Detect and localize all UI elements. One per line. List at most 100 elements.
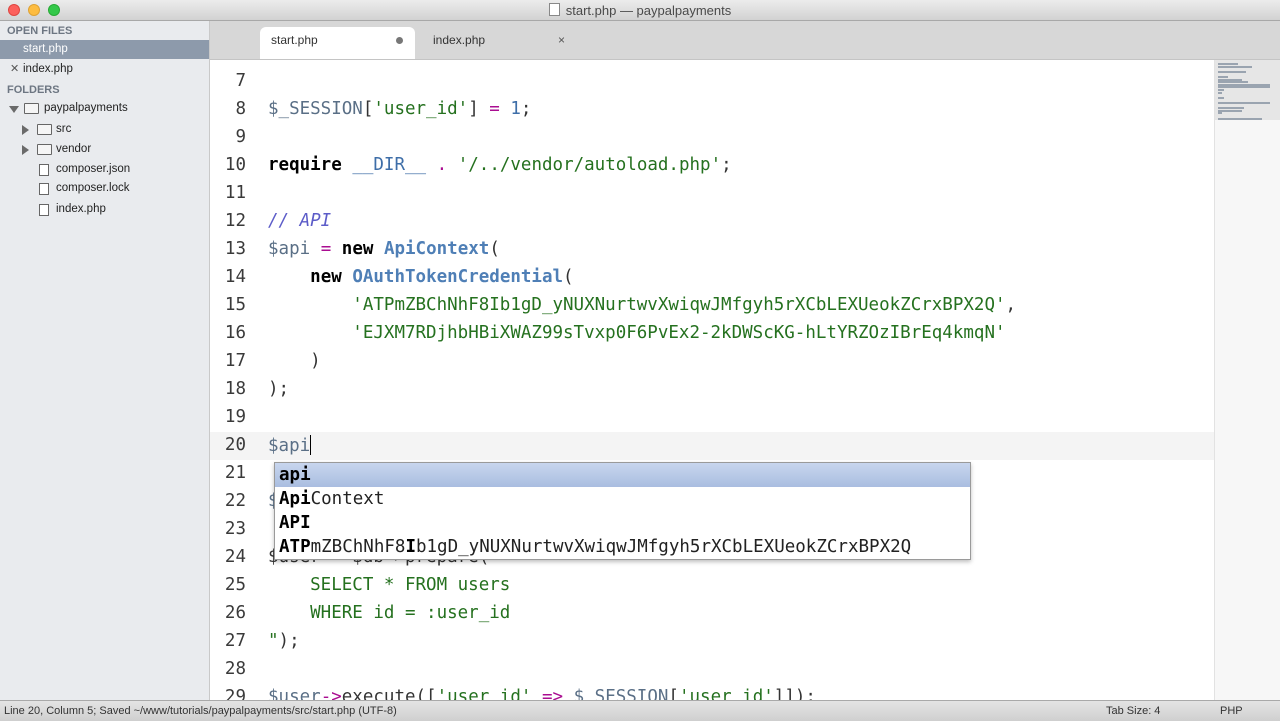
line-number: 20 [224,435,246,455]
code-line[interactable]: 'ATPmZBChNhF8Ib1gD_yNUXNurtwvXwiqwJMfgyh… [268,295,1016,315]
code-line[interactable]: new OAuthTokenCredential( [268,267,573,287]
open-file-index-php[interactable]: ✕ index.php [0,60,209,79]
tree-file-index-php[interactable]: index.php [0,200,209,219]
tree-folder-paypalpayments[interactable]: paypalpayments [0,99,209,118]
code-token: $_SESSION [268,99,363,119]
code-line[interactable]: ); [268,379,289,399]
code-token: " [268,631,279,651]
code-token: '/../vendor/autoload.php' [457,155,722,175]
title-bar: start.php — paypalpayments [0,0,1280,21]
open-file-start-php[interactable]: start.php [0,40,209,59]
disclosure-closed-icon[interactable] [22,125,29,135]
line-number: 21 [224,463,246,483]
code-line[interactable]: $_SESSION['user_id'] = 1; [268,99,531,119]
code-token: [ [668,687,679,700]
current-line-highlight [210,432,1214,460]
minimap-line [1218,117,1262,120]
code-line[interactable]: 'EJXM7RDjhbHBiXWAZ99sTvxp0F6PvEx2-2kDWSc… [268,323,1006,343]
autocomplete-item[interactable]: ApiContext [275,487,970,511]
code-line[interactable]: require __DIR__ . '/../vendor/autoload.p… [268,155,732,175]
code-token: [ [362,99,374,119]
disclosure-closed-icon[interactable] [22,145,29,155]
code-token: 'user_id' [678,687,774,700]
autocomplete-item[interactable]: ATPmZBChNhF8Ib1gD_yNUXNurtwvXwiqwJMfgyh5… [275,535,970,559]
line-number: 10 [224,155,246,175]
folder-icon [37,124,52,135]
code-editor[interactable]: 7 8 $_SESSION['user_id'] = 1; 9 10 require __… [210,60,1214,700]
code-token: $user [268,687,321,700]
window-title: start.php — paypalpayments [0,3,1280,18]
line-number: 11 [224,183,246,203]
syntax-selector[interactable]: PHP [1220,705,1243,717]
autocomplete-match: API [279,513,311,533]
minimap-line [1218,112,1222,115]
code-line[interactable]: $api = new ApiContext( [268,239,500,259]
tree-file-composer-lock[interactable]: composer.lock [0,179,209,198]
close-tab-icon[interactable]: × [558,27,565,53]
tree-folder-src[interactable]: src [0,120,209,139]
line-number: 27 [224,631,246,651]
code-token: ApiContext [383,239,490,259]
code-token: -> [320,687,342,700]
minimap[interactable] [1214,60,1280,700]
code-token: ( [489,239,500,259]
code-token: 'EJXM7RDjhbHBiXWAZ99sTvxp0F6PvEx2-2kDWSc… [352,323,1006,343]
code-line[interactable]: $user->execute(['user_id' => $_SESSION['… [268,687,816,700]
status-bar: Line 20, Column 5; Saved ~/www/tutorials… [0,700,1280,721]
code-token: new [310,267,342,287]
code-token: SELECT * FROM users [268,575,511,595]
tab-index-php[interactable]: index.php × [420,27,575,59]
code-token: OAuthTokenCredential [352,267,564,287]
code-token: $_SESSION [573,687,669,700]
close-file-icon[interactable]: ✕ [10,60,19,79]
code-line[interactable]: ) [268,351,321,371]
code-line[interactable]: WHERE id = :user_id [268,603,510,623]
line-number: 12 [224,211,246,231]
line-number: 24 [224,547,246,567]
code-line[interactable]: // API [268,211,331,231]
tab-bar: start.php index.php × [210,21,1280,60]
autocomplete-item[interactable]: API [275,511,970,535]
tree-item-label: paypalpayments [44,102,128,114]
autocomplete-item[interactable]: api [275,463,970,487]
tab-size-selector[interactable]: Tab Size: 4 [1106,705,1160,717]
line-number: 25 [224,575,246,595]
autocomplete-match: Api [279,489,311,509]
autocomplete-text: I [405,537,416,557]
code-token: ] [468,99,490,119]
unsaved-dot-icon[interactable] [396,37,403,44]
minimap-line [1218,91,1222,94]
line-number: 14 [224,267,246,287]
code-line[interactable]: $api [268,435,312,456]
code-token: 'user_id' [373,99,469,119]
code-line[interactable]: "); [268,631,300,651]
code-token: execute([ [341,687,437,700]
tab-start-php[interactable]: start.php [260,27,415,59]
minimap-line [1218,96,1224,99]
tree-item-label: composer.json [56,163,131,175]
code-line[interactable]: SELECT * FROM users [268,575,510,595]
tree-item-label: composer.lock [56,182,130,194]
status-position: Line 20, Column 5; Saved ~/www/tutorials… [4,705,397,717]
line-number: 9 [235,127,246,147]
line-number: 26 [224,603,246,623]
code-token: $api [268,239,311,259]
code-token: // API [268,211,332,231]
tree-folder-vendor[interactable]: vendor [0,140,209,159]
folder-icon [24,103,39,114]
autocomplete-popup[interactable]: api ApiContext API ATPmZBChNhF8Ib1gD_yNUXNu… [274,462,971,560]
code-token: ) [268,351,321,371]
text-caret [310,435,312,455]
autocomplete-rest: Context [310,489,385,509]
disclosure-open-icon[interactable] [9,106,19,113]
tree-file-composer-json[interactable]: composer.json [0,160,209,179]
open-file-label: start.php [23,43,68,55]
